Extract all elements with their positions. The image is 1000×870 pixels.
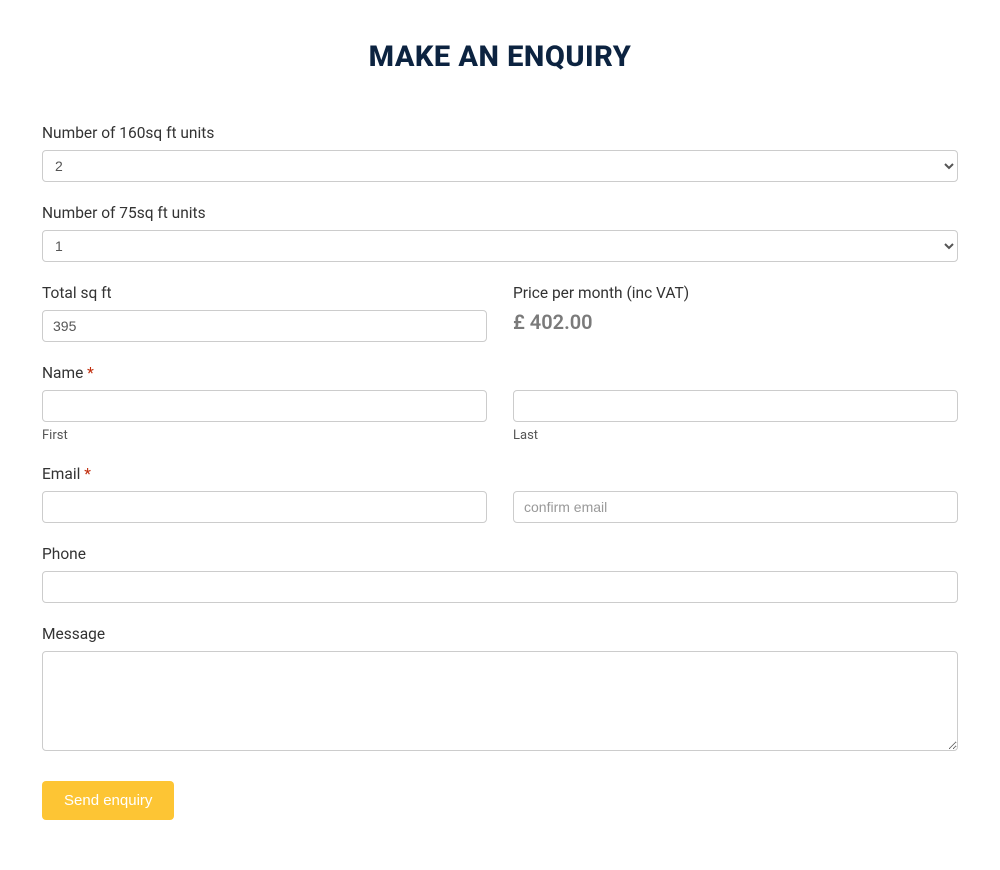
phone-input[interactable] <box>42 571 958 603</box>
name-label: Name * <box>42 364 958 382</box>
units75-label: Number of 75sq ft units <box>42 204 958 222</box>
message-label: Message <box>42 625 958 643</box>
price-label: Price per month (inc VAT) <box>513 284 958 302</box>
total-label: Total sq ft <box>42 284 487 302</box>
units160-select[interactable]: 2 <box>42 150 958 182</box>
units75-select[interactable]: 1 <box>42 230 958 262</box>
email-input[interactable] <box>42 491 487 523</box>
first-name-sublabel: First <box>42 428 487 443</box>
email-label: Email * <box>42 465 958 483</box>
phone-label: Phone <box>42 545 958 563</box>
confirm-email-input[interactable] <box>513 491 958 523</box>
units160-label: Number of 160sq ft units <box>42 124 958 142</box>
message-textarea[interactable] <box>42 651 958 751</box>
price-value: £ 402.00 <box>513 310 958 334</box>
last-name-sublabel: Last <box>513 428 958 443</box>
first-name-input[interactable] <box>42 390 487 422</box>
last-name-input[interactable] <box>513 390 958 422</box>
total-sqft-input <box>42 310 487 342</box>
send-enquiry-button[interactable]: Send enquiry <box>42 781 174 820</box>
required-marker: * <box>84 465 91 483</box>
required-marker: * <box>87 364 94 382</box>
page-title: MAKE AN ENQUIRY <box>42 40 958 74</box>
